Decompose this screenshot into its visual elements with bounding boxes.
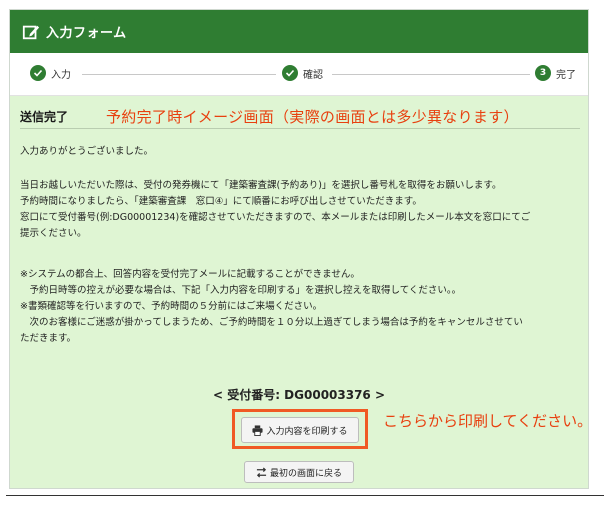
note-line: ただきます。: [20, 333, 77, 344]
step-label: 完了: [556, 69, 576, 81]
back-to-start-button[interactable]: 最初の画面に戻る: [244, 461, 354, 483]
step-connector: [82, 74, 276, 75]
instruction-line: 予約時間になりましたら、「建築審査課 窓口④」にて順番にお呼び出しさせていただき…: [20, 196, 422, 207]
instruction-line: 窓口にて受付番号(例:DG00001234)を確認させていただきますので、本メー…: [20, 212, 531, 223]
bottom-divider: [6, 495, 604, 496]
overlay-annotation: 予約完了時イメージ画面（実際の画面とは多少異なります）: [106, 108, 519, 126]
instruction-line: 提示ください。: [20, 228, 87, 239]
note-line: ※書類確認等を行いますので、予約時間の５分前にはご来場ください。: [20, 301, 323, 312]
completion-heading: 送信完了: [20, 110, 69, 124]
step-label: 入力: [51, 69, 71, 81]
step-label: 確認: [303, 69, 323, 81]
notes-block: ※システムの都合上、回答内容を受付完了メールに記載することができません。 予約日…: [20, 267, 585, 347]
form-title: 入力フォーム: [46, 26, 127, 41]
note-line: 次のお客様にご迷惑が掛かってしまうため、ご予約時間を１０分以上過ぎてしまう場合は…: [20, 317, 523, 328]
back-button-label: 最初の画面に戻る: [269, 468, 342, 479]
step-confirm: 確認: [282, 65, 323, 81]
highlight-box: [232, 409, 368, 449]
progress-stepper: 入力 確認 3 完了: [10, 53, 588, 96]
note-line: 予約日時等の控えが必要な場合は、下記「入力内容を印刷する」を選択し控えを取得して…: [20, 285, 462, 296]
step-number: 3: [535, 65, 551, 81]
step-input: 入力: [30, 65, 71, 81]
instructions-block: 当日お越しいただいた際は、受付の発券機にて「建築審査課(予約あり)」を選択し番号…: [20, 178, 585, 242]
receipt-number: < 受付番号: DG00003376 >: [212, 388, 386, 402]
thanks-text: 入力ありがとうございました。: [20, 146, 154, 157]
swap-arrows-icon: [256, 466, 267, 478]
form-header: 入力フォーム: [10, 10, 588, 53]
step-connector: [332, 74, 530, 75]
step-complete: 3 完了: [535, 65, 576, 81]
print-annotation: こちらから印刷してください。: [383, 412, 593, 430]
edit-icon: [22, 23, 40, 41]
note-line: ※システムの都合上、回答内容を受付完了メールに記載することができません。: [20, 269, 360, 280]
check-circle-icon: [30, 65, 46, 81]
instruction-line: 当日お越しいただいた際は、受付の発券機にて「建築審査課(予約あり)」を選択し番号…: [20, 180, 502, 191]
heading-divider: [20, 128, 580, 129]
check-circle-icon: [282, 65, 298, 81]
